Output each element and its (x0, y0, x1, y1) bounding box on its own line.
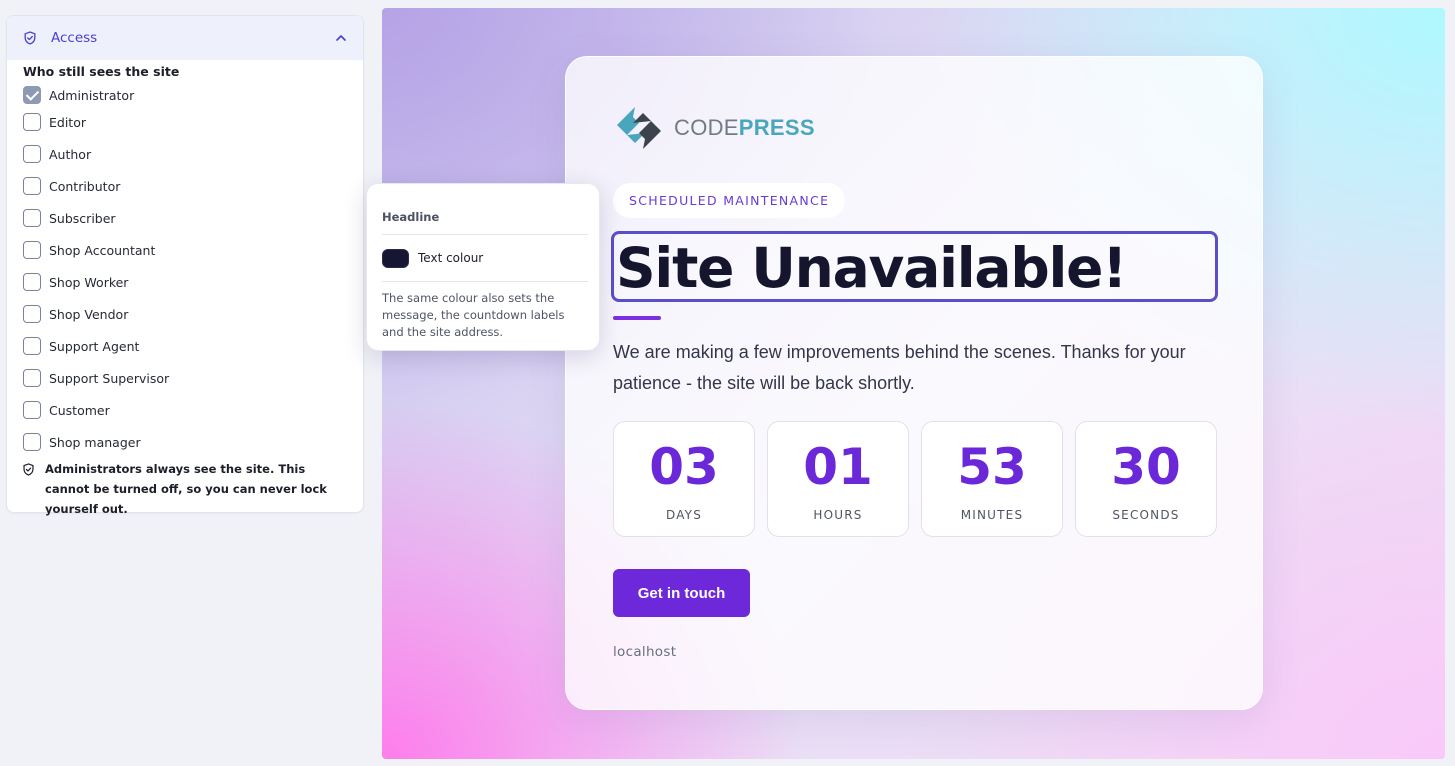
access-section-header[interactable]: Access (7, 16, 363, 60)
role-checkbox[interactable] (23, 177, 41, 195)
role-row-shop-manager[interactable]: Shop manager (23, 426, 348, 458)
role-label: Editor (49, 114, 86, 130)
countdown-label: MINUTES (960, 508, 1024, 522)
text-colour-help: The same colour also sets the message, t… (382, 291, 565, 339)
role-checkbox[interactable] (23, 337, 41, 355)
countdown-minutes: 53 MINUTES (921, 421, 1063, 537)
countdown: 03 DAYS 01 HOURS 53 MINUTES 30 SECONDS (613, 421, 1217, 537)
countdown-value: 03 (649, 438, 719, 496)
role-checkbox[interactable] (23, 273, 41, 291)
shield-check-icon (24, 31, 36, 45)
role-checkbox[interactable] (23, 113, 41, 131)
role-label: Shop manager (49, 434, 141, 450)
role-row-customer[interactable]: Customer (23, 394, 348, 426)
headline-editor[interactable]: Site Unavailable! (611, 231, 1218, 302)
role-row-support-supervisor[interactable]: Support Supervisor (23, 362, 348, 394)
role-checkbox[interactable] (23, 305, 41, 323)
role-label: Subscriber (49, 210, 116, 226)
logo-word-press: PRESS (738, 115, 815, 140)
role-row-shop-worker[interactable]: Shop Worker (23, 266, 348, 298)
visibility-group-label: Who still sees the site (23, 64, 180, 79)
role-checkbox[interactable] (23, 369, 41, 387)
shield-check-icon (23, 463, 34, 476)
headline-text[interactable]: Site Unavailable! (616, 234, 1127, 302)
role-checkbox[interactable] (23, 209, 41, 227)
headline-accent-bar (613, 316, 661, 320)
role-checkbox[interactable] (23, 145, 41, 163)
maintenance-card: CODEPRESS SCHEDULED MAINTENANCE Site Una… (565, 56, 1263, 710)
role-label: Customer (49, 402, 110, 418)
maintenance-badge: SCHEDULED MAINTENANCE (613, 183, 846, 218)
role-checkbox[interactable] (23, 241, 41, 259)
role-label: Shop Worker (49, 274, 129, 290)
codepress-logo: CODEPRESS (613, 105, 815, 151)
popover-title: Headline (382, 210, 440, 224)
role-row-administrator[interactable]: Administrator (23, 84, 348, 106)
countdown-value: 30 (1111, 438, 1181, 496)
text-colour-control[interactable]: Text colour (382, 235, 588, 281)
role-checkbox[interactable] (23, 401, 41, 419)
site-address: localhost (613, 644, 677, 660)
countdown-label: DAYS (665, 508, 703, 522)
role-label: Shop Vendor (49, 306, 129, 322)
logo-word-code: CODE (674, 115, 739, 140)
countdown-label: SECONDS (1112, 508, 1180, 522)
codepress-wordmark: CODEPRESS (674, 115, 815, 141)
countdown-days: 03 DAYS (613, 421, 755, 537)
countdown-value: 53 (957, 438, 1027, 496)
role-list: Administrator Editor Author Contributor … (22, 84, 348, 458)
text-colour-label: Text colour (418, 251, 484, 265)
access-panel: Access Who still sees the site Administr… (6, 15, 364, 516)
role-row-support-agent[interactable]: Support Agent (23, 330, 348, 362)
role-label: Shop Accountant (49, 242, 156, 258)
get-in-touch-button[interactable]: Get in touch (613, 569, 750, 617)
chevron-up-icon[interactable] (335, 32, 347, 44)
role-label: Administrator (49, 87, 135, 103)
role-label: Support Supervisor (49, 370, 170, 386)
text-colour-swatch[interactable] (382, 248, 409, 268)
countdown-seconds: 30 SECONDS (1075, 421, 1217, 537)
role-row-shop-vendor[interactable]: Shop Vendor (23, 298, 348, 330)
role-row-author[interactable]: Author (23, 138, 348, 170)
maintenance-message: We are making a few improvements behind … (613, 342, 1186, 393)
role-checkbox[interactable] (23, 433, 41, 451)
popover-divider (382, 281, 588, 282)
role-label: Contributor (49, 178, 121, 194)
access-section-title: Access (51, 30, 98, 46)
countdown-label: HOURS (813, 508, 863, 522)
role-row-shop-accountant[interactable]: Shop Accountant (23, 234, 348, 266)
countdown-hours: 01 HOURS (767, 421, 909, 537)
role-row-subscriber[interactable]: Subscriber (23, 202, 348, 234)
codepress-logo-icon (617, 107, 661, 149)
role-row-editor[interactable]: Editor (23, 106, 348, 138)
role-checkbox[interactable] (23, 86, 41, 104)
role-label: Support Agent (49, 338, 140, 354)
role-label: Author (49, 146, 92, 162)
maintenance-preview: CODEPRESS SCHEDULED MAINTENANCE Site Una… (382, 8, 1445, 759)
admin-lock-note: Administrators always see the site. This… (22, 462, 348, 519)
role-row-contributor[interactable]: Contributor (23, 170, 348, 202)
headline-style-popover: Headline Text colour The same colour als… (366, 183, 600, 351)
admin-lock-note-text: Administrators always see the site. This… (45, 462, 327, 516)
countdown-value: 01 (803, 438, 873, 496)
